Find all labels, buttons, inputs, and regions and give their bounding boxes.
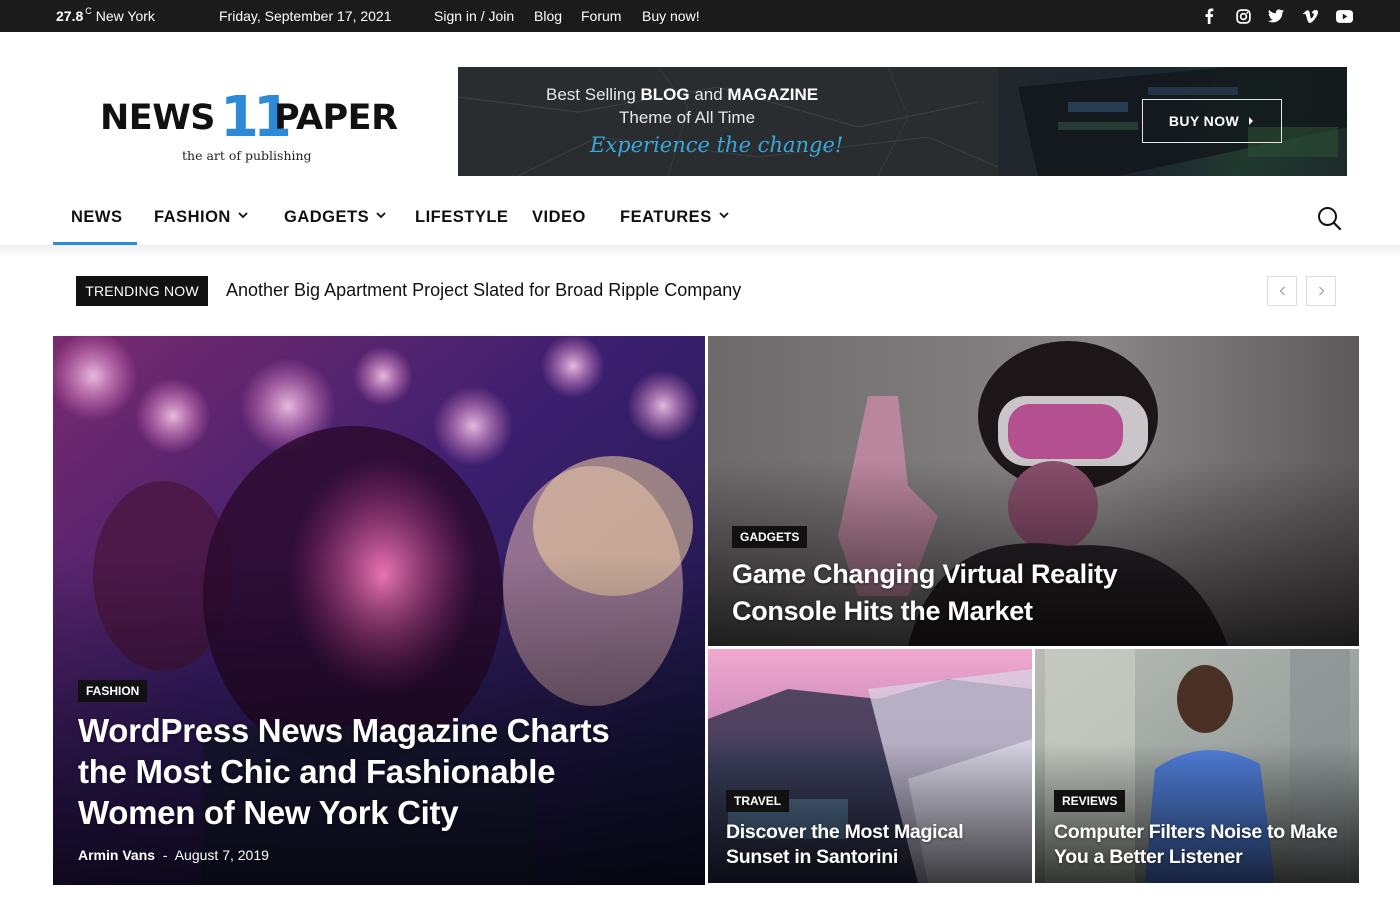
city: New York xyxy=(95,8,155,24)
trending-now-label: TRENDING NOW xyxy=(76,276,208,306)
category-label-gadgets[interactable]: GADGETS xyxy=(732,526,808,548)
trending-headline-link[interactable]: Another Big Apartment Project Slated for… xyxy=(226,280,741,301)
featured-top-right-title[interactable]: Game Changing Virtual Reality Console Hi… xyxy=(732,556,1118,630)
current-date: Friday, September 17, 2021 xyxy=(219,8,392,24)
caret-right-icon xyxy=(1249,117,1254,125)
sign-in-link[interactable]: Sign in / Join xyxy=(434,0,514,32)
featured-post-bottom-right[interactable]: REVIEWS Computer Filters Noise to Make Y… xyxy=(1035,649,1359,883)
nav-item-features[interactable]: FEATURES xyxy=(620,196,729,246)
trending-prev-button[interactable] xyxy=(1267,276,1297,306)
post-date: August 7, 2019 xyxy=(174,847,269,863)
featured-main-title[interactable]: WordPress News Magazine Charts the Most … xyxy=(78,710,610,833)
header-ad-banner[interactable]: Best Selling BLOG and MAGAZINE Theme of … xyxy=(458,67,1347,176)
chevron-down-icon xyxy=(238,212,248,219)
chevron-left-icon xyxy=(1279,286,1285,296)
top-bar: 27.8 C New York Friday, September 17, 2021… xyxy=(0,0,1400,32)
logo-tagline: the art of publishing xyxy=(182,148,312,163)
logo-word-news: NEWS xyxy=(100,98,216,138)
category-label-fashion[interactable]: FASHION xyxy=(78,680,148,702)
logo-word-paper: PAPER xyxy=(274,98,398,138)
banner-buy-now-button[interactable]: BUY NOW xyxy=(1142,99,1282,143)
chevron-down-icon xyxy=(719,212,729,219)
author-name[interactable]: Armin Vans xyxy=(78,847,155,863)
chevron-down-icon xyxy=(376,212,386,219)
nav-item-fashion[interactable]: FASHION xyxy=(154,196,248,246)
temperature-unit: C xyxy=(85,6,92,16)
banner-line-2: Theme of All Time xyxy=(619,108,756,127)
temperature: 27.8 xyxy=(56,8,84,24)
featured-bottom-left-title[interactable]: Discover the Most Magical Sunset in Sant… xyxy=(726,820,964,870)
featured-post-bottom-left[interactable]: TRAVEL Discover the Most Magical Sunset … xyxy=(708,649,1032,883)
vimeo-icon[interactable] xyxy=(1300,6,1320,26)
search-icon[interactable] xyxy=(1316,205,1342,231)
featured-post-main[interactable]: FASHION WordPress News Magazine Charts t… xyxy=(53,336,705,885)
trending-next-button[interactable] xyxy=(1306,276,1336,306)
instagram-icon[interactable] xyxy=(1233,6,1253,26)
meta-separator: - xyxy=(162,847,168,863)
nav-item-news[interactable]: NEWS xyxy=(71,196,123,246)
nav-item-lifestyle[interactable]: LIFESTYLE xyxy=(415,196,508,246)
nav-item-video[interactable]: VIDEO xyxy=(532,196,586,246)
blog-link[interactable]: Blog xyxy=(534,0,562,32)
nav-active-indicator xyxy=(53,242,137,245)
facebook-icon[interactable] xyxy=(1199,6,1219,26)
forum-link[interactable]: Forum xyxy=(581,0,621,32)
category-label-reviews[interactable]: REVIEWS xyxy=(1054,790,1126,812)
banner-line-1: Best Selling BLOG and MAGAZINE xyxy=(546,85,819,104)
nav-item-gadgets[interactable]: GADGETS xyxy=(284,196,386,246)
featured-bottom-right-title[interactable]: Computer Filters Noise to Make You a Bet… xyxy=(1054,820,1338,870)
youtube-icon[interactable] xyxy=(1334,6,1354,26)
main-navigation: NEWS FASHION GADGETS LIFESTYLE VIDEO FEA… xyxy=(0,196,1400,246)
featured-post-top-right[interactable]: GADGETS Game Changing Virtual Reality Co… xyxy=(708,336,1359,646)
post-meta: Armin Vans - August 7, 2019 xyxy=(78,847,269,863)
weather-widget: 27.8 C New York xyxy=(56,0,155,32)
twitter-icon[interactable] xyxy=(1266,6,1286,26)
buy-now-link[interactable]: Buy now! xyxy=(642,0,700,32)
site-logo[interactable]: NEWS 11 PAPER the art of publishing xyxy=(100,90,410,172)
category-label-travel[interactable]: TRAVEL xyxy=(726,790,790,812)
chevron-right-icon xyxy=(1318,286,1324,296)
banner-line-3: Experience the change! xyxy=(590,133,844,157)
nav-shadow xyxy=(0,246,1400,258)
